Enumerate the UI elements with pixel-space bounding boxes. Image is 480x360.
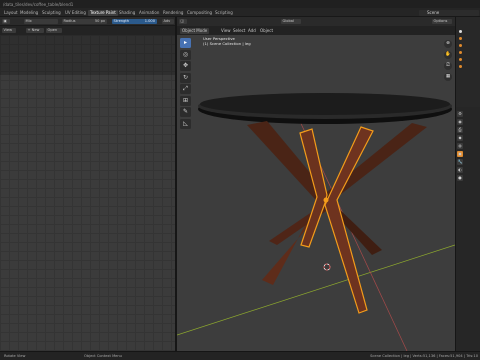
- status-middle: Object Context Menu: [84, 354, 122, 358]
- tab-rendering[interactable]: Rendering: [161, 10, 185, 16]
- active-collection-label: (1) Scene Collection | leg: [203, 41, 251, 46]
- tab-scripting[interactable]: Scripting: [213, 10, 235, 16]
- viewport-header: ◫ Global Options: [177, 17, 455, 26]
- object-mode-select[interactable]: Object Mode: [180, 27, 210, 34]
- outliner-row[interactable]: [459, 50, 479, 55]
- measure-icon[interactable]: ◺: [180, 118, 191, 129]
- image-editor-header: ▣ Mix Radius 50 px Strength 1.000 Adv: [0, 17, 175, 26]
- new-image-button[interactable]: + New: [26, 28, 44, 33]
- viewport-menubar: Object Mode View Select Add Object: [177, 26, 455, 35]
- cursor-icon[interactable]: ◎: [180, 49, 191, 60]
- status-stats: Scene Collection | leg | Verts:51,136 | …: [370, 354, 478, 358]
- viewport-editor-type-icon[interactable]: ◫: [179, 19, 187, 24]
- move-icon[interactable]: ✥: [180, 61, 191, 71]
- transform-icon[interactable]: ⊞: [180, 95, 191, 106]
- tab-shading[interactable]: Shading: [117, 10, 137, 16]
- scene-render: [177, 93, 455, 351]
- transform-orientation-select[interactable]: Global: [281, 19, 301, 24]
- radius-value: 50 px: [94, 19, 105, 23]
- tab-compositing[interactable]: Compositing: [185, 10, 214, 16]
- radius-label: Radius: [63, 19, 76, 23]
- right-panel: ⚙ ◉ ⎙ ◆ ◍ ▣ 🔧 ◐ ●: [455, 17, 480, 351]
- tool-props-icon[interactable]: ⚙: [457, 111, 463, 117]
- editor-type-icon[interactable]: ▣: [2, 19, 10, 24]
- workspace-bar: Layout Modeling Sculpting UV Editing Tex…: [0, 8, 480, 17]
- outliner[interactable]: [456, 17, 480, 107]
- view-menu[interactable]: View: [2, 28, 16, 33]
- image-editor-subheader: View + New Open: [0, 26, 175, 35]
- tab-sculpting[interactable]: Sculpting: [40, 10, 63, 16]
- 3d-viewport[interactable]: User Perspective (1) Scene Collection | …: [177, 35, 455, 351]
- tool-shelf: ▸ ◎ ✥ ↻ ⤢ ⊞ ✎ ◺: [180, 38, 191, 130]
- modifier-props-icon[interactable]: 🔧: [457, 159, 463, 165]
- radius-field[interactable]: Radius 50 px: [62, 19, 107, 24]
- options-menu[interactable]: Options: [432, 19, 452, 24]
- rotate-icon[interactable]: ↻: [180, 72, 191, 83]
- tab-layout[interactable]: Layout: [2, 10, 20, 16]
- blend-mode-select[interactable]: Mix: [24, 19, 58, 24]
- status-bar: Rotate View Object Context Menu Scene Co…: [0, 351, 480, 360]
- outliner-row[interactable]: [459, 43, 479, 48]
- physics-props-icon[interactable]: ◐: [457, 167, 463, 173]
- strength-label: Strength: [113, 19, 130, 23]
- outliner-row[interactable]: [459, 36, 479, 41]
- menu-view[interactable]: View: [221, 26, 231, 35]
- scene-selector[interactable]: Scene: [419, 9, 479, 16]
- tab-uv-editing[interactable]: UV Editing: [63, 10, 88, 16]
- ortho-toggle-icon[interactable]: ▦: [444, 73, 452, 81]
- window-titlebar: /data_tiles/dev/coffee_table/blend1: [0, 0, 480, 8]
- annotate-icon[interactable]: ✎: [180, 107, 191, 117]
- object-props-icon[interactable]: ▣: [457, 151, 463, 157]
- advanced-menu[interactable]: Adv: [162, 19, 174, 24]
- world-props-icon[interactable]: ◍: [457, 143, 463, 149]
- status-left: Rotate View: [4, 354, 26, 358]
- select-box-icon[interactable]: ▸: [180, 38, 191, 48]
- window-title: /data_tiles/dev/coffee_table/blend1: [3, 1, 74, 7]
- outliner-row[interactable]: [459, 29, 479, 34]
- material-props-icon[interactable]: ●: [457, 175, 463, 181]
- output-props-icon[interactable]: ⎙: [457, 127, 463, 133]
- pan-view-icon[interactable]: ✋: [444, 51, 452, 59]
- tab-modeling[interactable]: Modeling: [18, 10, 40, 16]
- tab-animation[interactable]: Animation: [137, 10, 161, 16]
- image-canvas[interactable]: [0, 35, 175, 351]
- camera-view-icon[interactable]: ⎚: [444, 62, 452, 70]
- zoom-view-icon[interactable]: ⊕: [444, 40, 452, 48]
- menu-select[interactable]: Select: [233, 26, 245, 35]
- viewport-info: User Perspective (1) Scene Collection | …: [203, 36, 251, 46]
- scale-icon[interactable]: ⤢: [180, 84, 191, 94]
- properties-editor: ⚙ ◉ ⎙ ◆ ◍ ▣ 🔧 ◐ ●: [456, 107, 480, 351]
- tab-texture-paint[interactable]: Texture Paint: [88, 9, 118, 16]
- image-canvas-top: [0, 35, 175, 75]
- scene-name: Scene: [427, 9, 440, 15]
- strength-field[interactable]: Strength 1.000: [112, 19, 157, 24]
- menu-add[interactable]: Add: [248, 26, 256, 35]
- render-props-icon[interactable]: ◉: [457, 119, 463, 125]
- strength-value: 1.000: [144, 19, 155, 23]
- menu-object[interactable]: Object: [260, 26, 273, 35]
- outliner-row[interactable]: [459, 57, 479, 62]
- open-image-button[interactable]: Open: [46, 28, 62, 33]
- scene-props-icon[interactable]: ◆: [457, 135, 463, 141]
- outliner-row[interactable]: [459, 64, 479, 69]
